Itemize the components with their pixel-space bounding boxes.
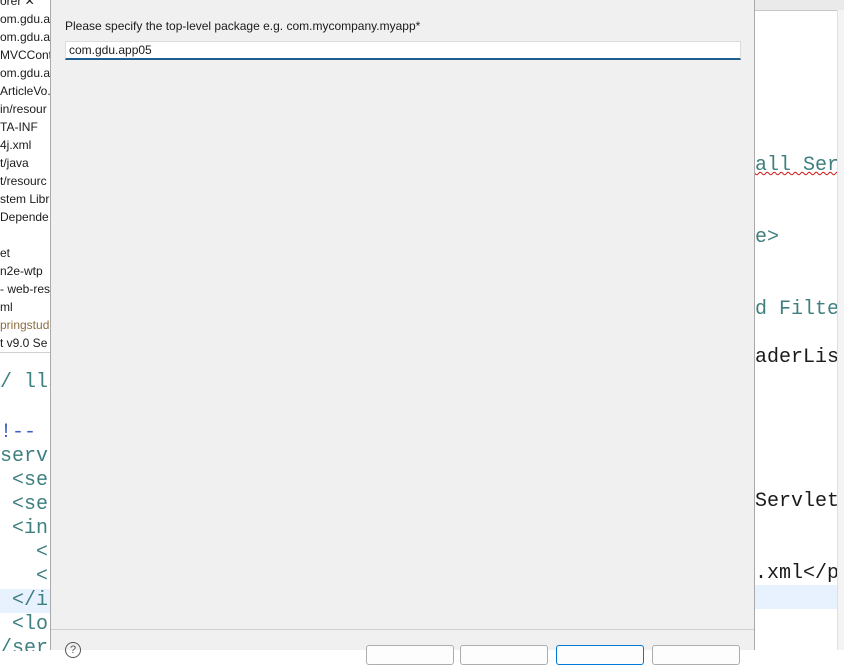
tree-item[interactable]: t/java bbox=[0, 154, 29, 172]
code-line: !-- bbox=[0, 421, 37, 444]
code-editor-right[interactable]: all Ser e> d Filte aderLis Servlet .xml<… bbox=[755, 0, 844, 650]
package-prompt-label: Please specify the top-level package e.g… bbox=[65, 19, 421, 33]
overview-ruler bbox=[837, 10, 844, 650]
code-line: < bbox=[0, 541, 49, 564]
code-line: <se bbox=[0, 469, 49, 492]
code-line: aderLis bbox=[755, 346, 840, 369]
tree-item[interactable]: t v9.0 Se bbox=[0, 334, 47, 352]
tree-item[interactable]: ArticleVo. bbox=[0, 82, 50, 100]
tree-item[interactable]: 4j.xml bbox=[0, 136, 31, 154]
code-line: </i bbox=[0, 589, 50, 613]
tree-item[interactable]: om.gdu.a bbox=[0, 10, 50, 28]
code-line: e> bbox=[755, 226, 780, 249]
tree-item[interactable]: Depende bbox=[0, 208, 49, 226]
tree-item[interactable]: n2e-wtp bbox=[0, 262, 43, 280]
project-explorer: orer ✕ om.gdu.a om.gdu.a MVCCont om.gdu.… bbox=[0, 0, 50, 352]
tree-item[interactable]: in/resour bbox=[0, 100, 47, 118]
editor-tab-strip bbox=[755, 0, 844, 11]
code-line: /ser bbox=[0, 637, 49, 651]
tree-item[interactable]: MVCCont bbox=[0, 46, 50, 64]
tree-item[interactable]: pringstud bbox=[0, 316, 49, 334]
back-button[interactable] bbox=[366, 645, 454, 665]
code-line: / lls bbox=[0, 371, 50, 394]
tree-item[interactable]: om.gdu.a bbox=[0, 28, 50, 46]
code-line: Servlet bbox=[755, 490, 840, 513]
code-line: d Filte bbox=[755, 298, 840, 321]
code-line: serv bbox=[0, 445, 49, 468]
tree-item[interactable]: orer ✕ bbox=[0, 0, 35, 10]
tree-item[interactable]: - web-res bbox=[0, 280, 50, 298]
footer-separator bbox=[51, 629, 754, 630]
current-line-highlight bbox=[755, 585, 837, 609]
tree-item[interactable]: TA-INF bbox=[0, 118, 38, 136]
next-button[interactable] bbox=[460, 645, 548, 665]
code-line: <se bbox=[0, 493, 49, 516]
finish-button[interactable] bbox=[556, 645, 644, 665]
code-line: <lo bbox=[0, 613, 49, 636]
tree-item[interactable]: t/resourc bbox=[0, 172, 47, 190]
cancel-button[interactable] bbox=[652, 645, 740, 665]
code-line: < bbox=[0, 565, 49, 588]
code-editor-left[interactable]: / lls !-- serv <se <se <in < < </i <lo /… bbox=[0, 352, 50, 651]
help-icon[interactable]: ? bbox=[65, 642, 81, 658]
tree-item[interactable]: et bbox=[0, 244, 10, 262]
wizard-dialog: Please specify the top-level package e.g… bbox=[50, 0, 755, 665]
code-line: <in bbox=[0, 517, 49, 540]
tree-item[interactable]: stem Libr bbox=[0, 190, 49, 208]
top-level-package-input[interactable] bbox=[65, 41, 741, 60]
tree-item[interactable]: ml bbox=[0, 298, 13, 316]
code-line: .xml</p bbox=[755, 562, 840, 585]
code-line: all Ser bbox=[755, 154, 840, 177]
tree-item[interactable]: om.gdu.a bbox=[0, 64, 50, 82]
